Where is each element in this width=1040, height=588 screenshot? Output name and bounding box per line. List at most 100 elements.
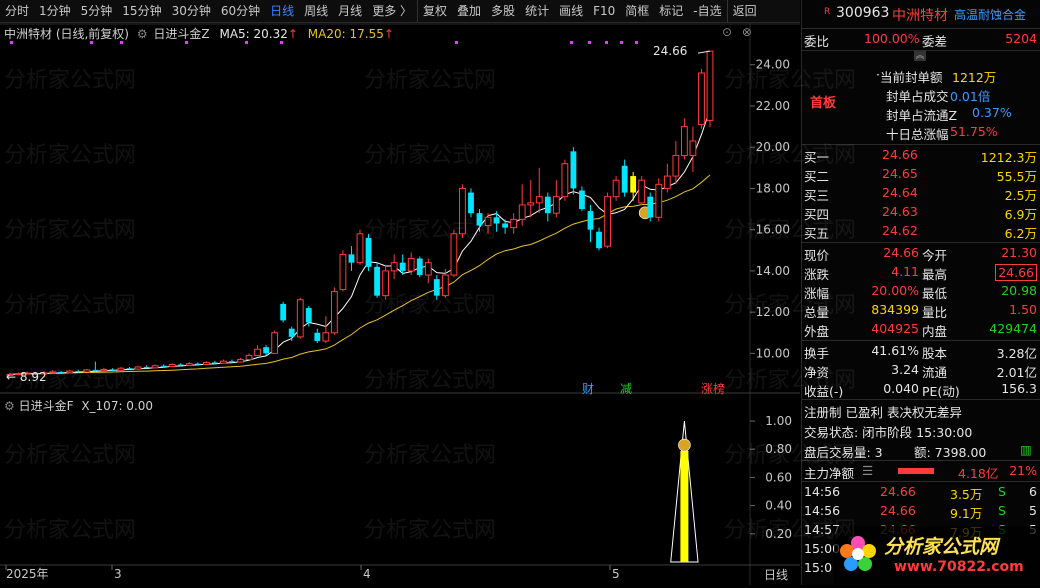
stat-value: 4.11 [891, 264, 919, 279]
signal-dot [570, 41, 573, 44]
bid-label: 买一 [804, 150, 830, 165]
toolbar-item-16[interactable]: 简框 [620, 0, 654, 22]
bid-volume: 6.9万 [1004, 207, 1037, 222]
stat-label: 内盘 [922, 324, 948, 339]
stat-label: 今开 [922, 248, 948, 263]
toolbar-item-2[interactable]: 5分钟 [76, 0, 118, 22]
logo-url: www.70822.com [894, 559, 1024, 575]
collapse-chevron-icon[interactable]: ︽ [914, 51, 926, 61]
ma5-up-arrow-icon: ↑ [287, 27, 298, 41]
toolbar-item-12[interactable]: 多股 [486, 0, 520, 22]
toolbar-item-3[interactable]: 15分钟 [117, 0, 166, 22]
chart-controls: ⊙ ⊗ [722, 25, 752, 39]
candle-body [552, 196, 560, 214]
candle-body [185, 363, 193, 366]
period-label[interactable]: 日线 [764, 566, 788, 583]
candle-body [638, 179, 646, 204]
toolbar-item-5[interactable]: 60分钟 [216, 0, 265, 22]
chart-area[interactable]: 24.00 22.00 20.00 18.00 16.00 14.00 12.00 10.00… [0, 22, 800, 585]
y-tick-label: 18.00 [756, 181, 790, 195]
candle-body [689, 140, 697, 156]
fund-label: PE(动) [922, 384, 960, 399]
stat-label: 量比 [922, 305, 948, 320]
bid-row[interactable]: 买二 24.65 55.5万 [802, 165, 1040, 184]
reg-row: 注册制 已盈利 表决权无差异 [802, 401, 1040, 420]
tick-count: 6 [1029, 484, 1037, 499]
tick-row: 14:56 24.66 9.1万 S 5 [802, 502, 1040, 521]
toolbar-item-6[interactable]: 日线 [265, 0, 299, 22]
kline-chart-svg[interactable]: 24.00 22.00 20.00 18.00 16.00 14.00 12.00 10.00… [0, 22, 800, 585]
toolbar-item-0[interactable]: 分时 [0, 0, 34, 22]
event-marker-reduce[interactable]: 减 [620, 380, 632, 397]
sub-y-tick-label: 0.40 [765, 499, 792, 513]
candle-body [544, 196, 551, 214]
candle-body [604, 196, 611, 247]
ma20-up-arrow-icon: ↑ [383, 27, 394, 41]
toolbar-item-14[interactable]: 画线 [554, 0, 588, 22]
bid-row[interactable]: 买五 24.62 6.2万 [802, 222, 1040, 241]
toolbar-item-19[interactable]: 返回 [726, 0, 762, 22]
weibi-row: 委比 100.00% 委差 5204 [802, 30, 1040, 49]
candle-body [109, 369, 116, 371]
signal-dot [620, 41, 623, 44]
candle-body [177, 364, 184, 366]
stat-value: 1.50 [1009, 302, 1037, 317]
bid-row[interactable]: 买一 24.66 1212.3万 [802, 146, 1040, 165]
logo-text: 分析家公式网 [884, 536, 999, 558]
event-marker-finance[interactable]: 财 [582, 380, 594, 397]
toolbar-item-15[interactable]: F10 [588, 0, 620, 22]
seal-row-value: 0.01倍 [950, 89, 991, 104]
candle-body [476, 213, 483, 226]
close-chart-icon[interactable]: ⊗ [742, 25, 752, 39]
candle-body [493, 217, 500, 224]
toolbar-item-10[interactable]: 复权 [417, 0, 452, 22]
seal-row: · 当前封单额 1212万 [802, 66, 1040, 85]
candle-body [612, 179, 620, 198]
toolbar-item-7[interactable]: 周线 [299, 0, 333, 22]
stat-row: 现价 24.66 今开 21.30 [802, 244, 1040, 263]
stat-label: 外盘 [804, 324, 830, 339]
fund-value: 156.3 [1001, 381, 1037, 396]
fund-row: 换手 41.61% 股本 3.28亿 [802, 342, 1040, 361]
tick-time: 15:0 [804, 560, 833, 575]
zoom-icon[interactable]: ⊙ [722, 25, 732, 39]
toolbar-item-1[interactable]: 1分钟 [34, 0, 76, 22]
seal-row: 封单占流通Z 0.37% [802, 104, 1040, 123]
concept-tag[interactable]: 高温耐蚀合金 [954, 6, 1026, 23]
low-price-value: 8.92 [19, 370, 47, 384]
candle-body [706, 50, 714, 121]
stat-label: 最高 [922, 267, 948, 282]
after-hours-volume: 盘后交易量: 3 [804, 445, 883, 460]
site-logo: 分析家公式网 www.70822.com [834, 526, 1040, 584]
toolbar-item-8[interactable]: 月线 [333, 0, 367, 22]
candle-body [621, 165, 628, 193]
event-marker-rank[interactable]: 涨榜 [701, 380, 725, 397]
sub-settings-icon[interactable]: ⚙ [4, 399, 15, 413]
toolbar-item-4[interactable]: 30分钟 [167, 0, 216, 22]
candle-body [288, 328, 295, 337]
stock-code: 300963 [836, 5, 890, 21]
sub-y-tick-label: 0.20 [765, 527, 792, 541]
toolbar-item-9[interactable]: 更多 〉 [367, 0, 417, 22]
main-legend: 中洲特材 (日线,前复权) ⚙ 日进斗金Z MA5: 20.32↑ MA20: … [4, 25, 394, 42]
flow-menu-icon[interactable]: ☰ [862, 463, 873, 478]
candle-body [365, 237, 372, 267]
toolbar-item-18[interactable]: -自选 [688, 0, 726, 22]
stat-value: 834399 [871, 302, 919, 317]
toolbar-item-17[interactable]: 标记 [654, 0, 688, 22]
y-tick-label: 10.00 [756, 346, 790, 360]
toolbar-item-13[interactable]: 统计 [520, 0, 554, 22]
bid-row[interactable]: 买三 24.64 2.5万 [802, 184, 1040, 203]
x-tick-label: 5 [612, 567, 620, 581]
candle-body [441, 274, 449, 297]
toolbar-item-11[interactable]: 叠加 [452, 0, 486, 22]
candle-body [280, 303, 287, 321]
candle-body [117, 367, 125, 371]
settings-icon[interactable]: ⚙ [137, 27, 148, 41]
candle-body [143, 366, 150, 368]
stat-value: 24.66 [883, 245, 919, 260]
bid-row[interactable]: 买四 24.63 6.9万 [802, 203, 1040, 222]
flow-bar [898, 468, 934, 474]
chart-mini-icon[interactable]: ▥ [1020, 442, 1032, 457]
signal-dot [635, 41, 638, 44]
